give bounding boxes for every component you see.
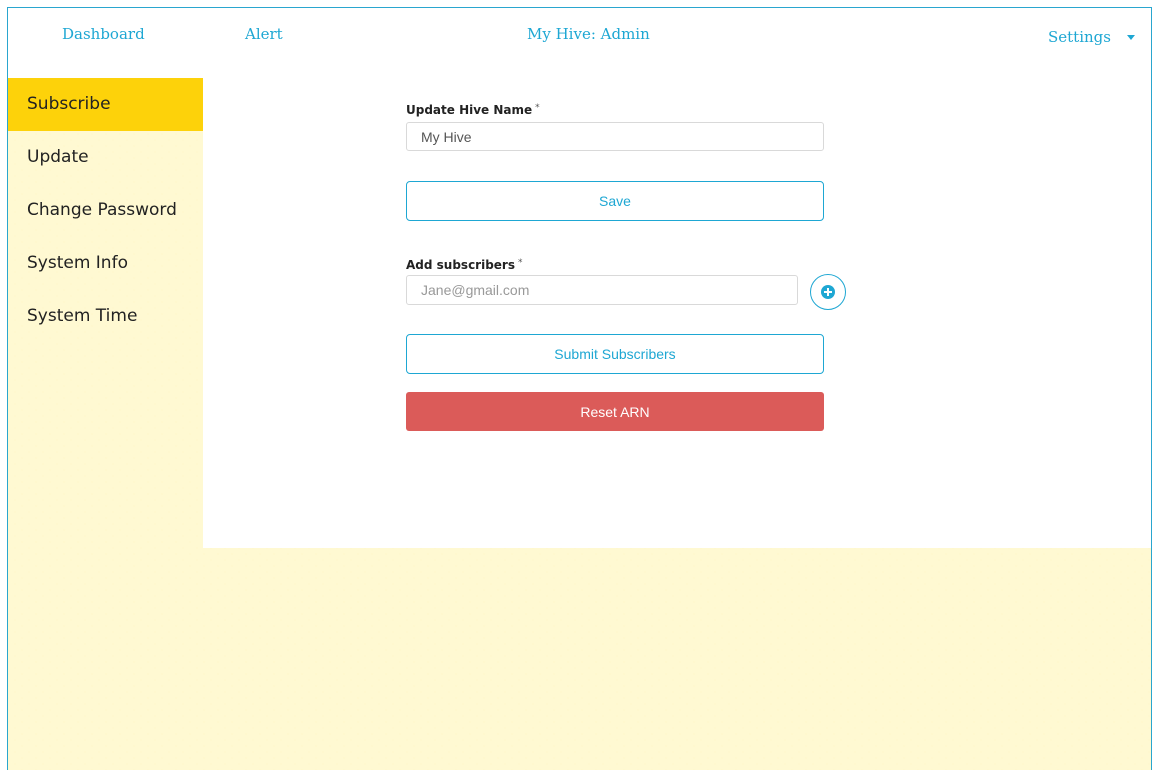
top-navbar: Dashboard Alert My Hive: Admin Settings (8, 8, 1151, 78)
settings-dropdown[interactable]: Settings (1048, 28, 1135, 46)
plus-circle-icon (821, 285, 835, 299)
save-button[interactable]: Save (406, 181, 824, 221)
sidebar-item-update[interactable]: Update (8, 131, 203, 184)
subscribers-label-text: Add subscribers (406, 258, 515, 272)
subscriber-email-input[interactable] (406, 275, 798, 305)
required-marker: * (518, 258, 523, 268)
hive-name-label-text: Update Hive Name (406, 103, 533, 117)
required-marker: * (535, 103, 540, 113)
nav-dashboard-link[interactable]: Dashboard (62, 25, 145, 43)
hive-name-label: Update Hive Name * (406, 103, 540, 117)
sidebar-item-system-info[interactable]: System Info (8, 237, 203, 290)
caret-down-icon (1126, 34, 1135, 40)
sidebar-item-subscribe[interactable]: Subscribe (8, 78, 203, 131)
settings-label: Settings (1048, 28, 1111, 46)
sidebar-item-change-password[interactable]: Change Password (8, 184, 203, 237)
nav-alert-link[interactable]: Alert (245, 25, 283, 43)
app-frame: Dashboard Alert My Hive: Admin Settings … (7, 7, 1152, 770)
hive-name-input[interactable] (406, 122, 824, 151)
page-title: My Hive: Admin (527, 25, 650, 43)
reset-arn-button[interactable]: Reset ARN (406, 392, 824, 431)
submit-subscribers-button[interactable]: Submit Subscribers (406, 334, 824, 374)
sidebar-item-system-time[interactable]: System Time (8, 290, 203, 343)
subscribers-label: Add subscribers * (406, 258, 523, 272)
subscribe-panel: Update Hive Name* Save Add subscribers* … (203, 78, 1151, 548)
add-subscriber-button[interactable] (810, 274, 846, 310)
sidebar: Subscribe Update Change Password System … (8, 78, 203, 343)
